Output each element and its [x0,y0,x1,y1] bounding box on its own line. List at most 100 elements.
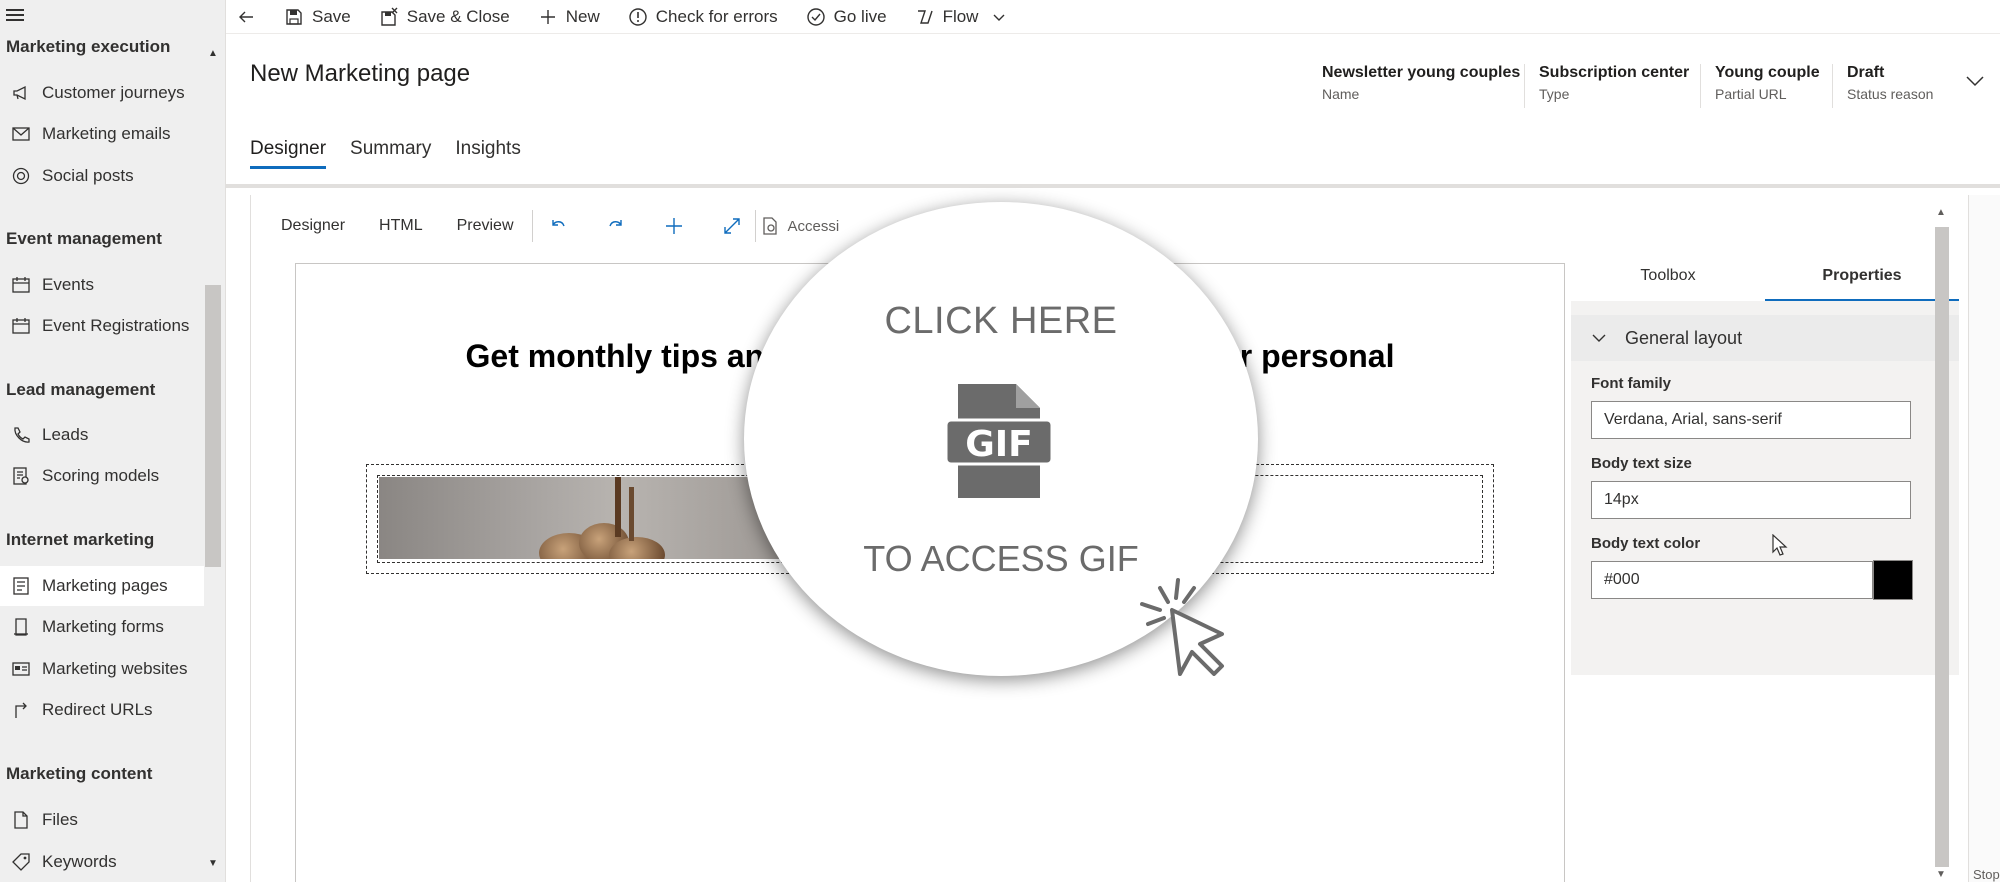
group-internet-marketing: Internet marketing [6,530,155,549]
go-live-button[interactable]: Go live [806,7,887,27]
sidebar-item-files[interactable]: Files [0,800,204,840]
designer-scrollbar[interactable]: ▲ ▼ [1932,205,1952,880]
sidebar-item-label: Marketing websites [42,659,188,678]
website-icon [0,659,42,679]
back-arrow-icon [239,11,253,22]
click-cursor-icon [1140,578,1224,676]
header-field-partial-url: Young couple Partial URL [1700,64,1820,108]
panel-tabs: Toolbox Properties [1571,255,1959,301]
form-header: New Marketing page Newsletter young coup… [226,40,2000,188]
hamburger-menu-icon[interactable] [6,6,26,26]
sidebar-item-label: Marketing forms [42,617,164,636]
calendar-icon [0,316,42,336]
color-swatch[interactable] [1873,560,1913,600]
tab-properties[interactable]: Properties [1765,255,1959,301]
gif-overlay[interactable]: CLICK HERE GIF TO ACCESS GIF [744,202,1258,676]
sidebar-item-marketing-pages[interactable]: Marketing pages [0,566,204,606]
sidebar-item-label: Events [42,275,94,294]
body-text-size-input[interactable]: 14px [1591,481,1911,519]
check-circle-icon [806,7,825,26]
designer-tab-designer[interactable]: Designer [281,217,345,235]
sidebar-item-label: Files [42,810,78,829]
general-layout-section[interactable]: General layout [1571,315,1959,361]
group-event-management: Event management [6,229,162,248]
expand-icon[interactable] [721,215,743,237]
save-button[interactable]: Save [284,7,351,27]
sidebar-item-label: Keywords [42,852,117,871]
sidebar-item-label: Marketing emails [42,124,171,143]
add-icon[interactable] [663,215,685,237]
save-close-button[interactable]: Save & Close [379,7,510,27]
right-edge-pane: Stop [1968,195,2000,882]
sidebar-item-label: Social posts [42,166,134,185]
chevron-down-icon[interactable] [992,10,1006,24]
scroll-up-icon[interactable]: ▲ [1936,207,1946,218]
tab-toolbox[interactable]: Toolbox [1571,255,1765,301]
designer-tab-html[interactable]: HTML [379,217,423,235]
scoring-icon [0,466,42,486]
tab-summary[interactable]: Summary [350,138,431,169]
toolbar-divider [754,210,756,242]
chevron-down-icon [1592,334,1606,342]
accessibility-checker-button[interactable]: Accessi [760,216,839,236]
sidebar-item-leads[interactable]: Leads [0,415,204,455]
form-tabs: Designer Summary Insights [250,138,545,169]
back-button[interactable] [226,7,274,27]
redirect-icon [0,700,42,720]
mail-icon [0,124,42,144]
sitemap-sidebar: ▲ ▼ Marketing execution Customer journey… [0,0,226,882]
coins-photo [379,477,779,559]
calendar-icon [0,275,42,295]
social-icon [0,166,42,186]
error-check-icon [629,7,647,26]
plus-icon [540,9,555,24]
body-text-color-input[interactable]: #000 [1591,561,1873,599]
sidebar-item-label: Scoring models [42,466,160,485]
check-errors-button[interactable]: Check for errors [628,7,778,27]
designer-tab-preview[interactable]: Preview [457,217,514,235]
mouse-pointer-icon [1772,534,1788,556]
designer-toolbar: Designer HTML Preview Accessi [281,209,839,243]
sidebar-scrollbar[interactable] [205,285,221,567]
sidebar-item-customer-journeys[interactable]: Customer journeys [0,73,204,113]
font-family-input[interactable]: Verdana, Arial, sans-serif [1591,401,1911,439]
tab-designer[interactable]: Designer [250,138,327,169]
header-expand-chevron-icon[interactable] [1964,70,1986,92]
sidebar-scroll-up-icon[interactable]: ▲ [208,48,218,59]
megaphone-icon [0,83,42,103]
sidebar-item-events[interactable]: Events [0,265,204,305]
overlay-click-here-text: CLICK HERE [884,300,1118,342]
toolbar-divider [531,210,533,242]
sidebar-item-label: Customer journeys [42,83,185,102]
sidebar-item-marketing-websites[interactable]: Marketing websites [0,649,204,689]
sidebar-item-social-posts[interactable]: Social posts [0,156,204,196]
sidebar-item-scoring-models[interactable]: Scoring models [0,456,204,496]
gif-file-label: GIF [965,424,1033,465]
group-lead-management: Lead management [6,380,156,399]
sidebar-item-label: Leads [42,425,89,444]
sidebar-item-marketing-emails[interactable]: Marketing emails [0,114,204,154]
flow-button[interactable]: Flow [915,7,1015,27]
form-icon [0,617,42,637]
header-field-type: Subscription center Type [1524,64,1689,108]
edge-stub-text[interactable]: Stop [1973,867,2000,882]
save-close-icon [381,7,398,26]
sidebar-item-keywords[interactable]: Keywords [0,842,204,882]
sidebar-item-redirect-urls[interactable]: Redirect URLs [0,690,204,730]
group-marketing-execution: Marketing execution [6,37,171,56]
redo-icon[interactable] [605,215,627,237]
file-icon [0,810,42,830]
save-icon [286,8,302,25]
scroll-thumb[interactable] [1935,227,1949,867]
new-button[interactable]: New [538,7,600,27]
undo-icon[interactable] [547,215,569,237]
tab-insights[interactable]: Insights [455,138,520,169]
scroll-down-icon[interactable]: ▼ [1936,869,1946,880]
sidebar-scroll-down-icon[interactable]: ▼ [208,858,218,869]
sidebar-item-event-registrations[interactable]: Event Registrations [0,306,204,346]
font-family-label: Font family [1591,375,1672,392]
properties-panel: Toolbox Properties General layout Font f… [1571,255,1959,675]
sidebar-item-marketing-forms[interactable]: Marketing forms [0,607,204,647]
header-field-status-reason: Draft Status reason [1832,64,1933,108]
body-text-size-label: Body text size [1591,455,1692,472]
